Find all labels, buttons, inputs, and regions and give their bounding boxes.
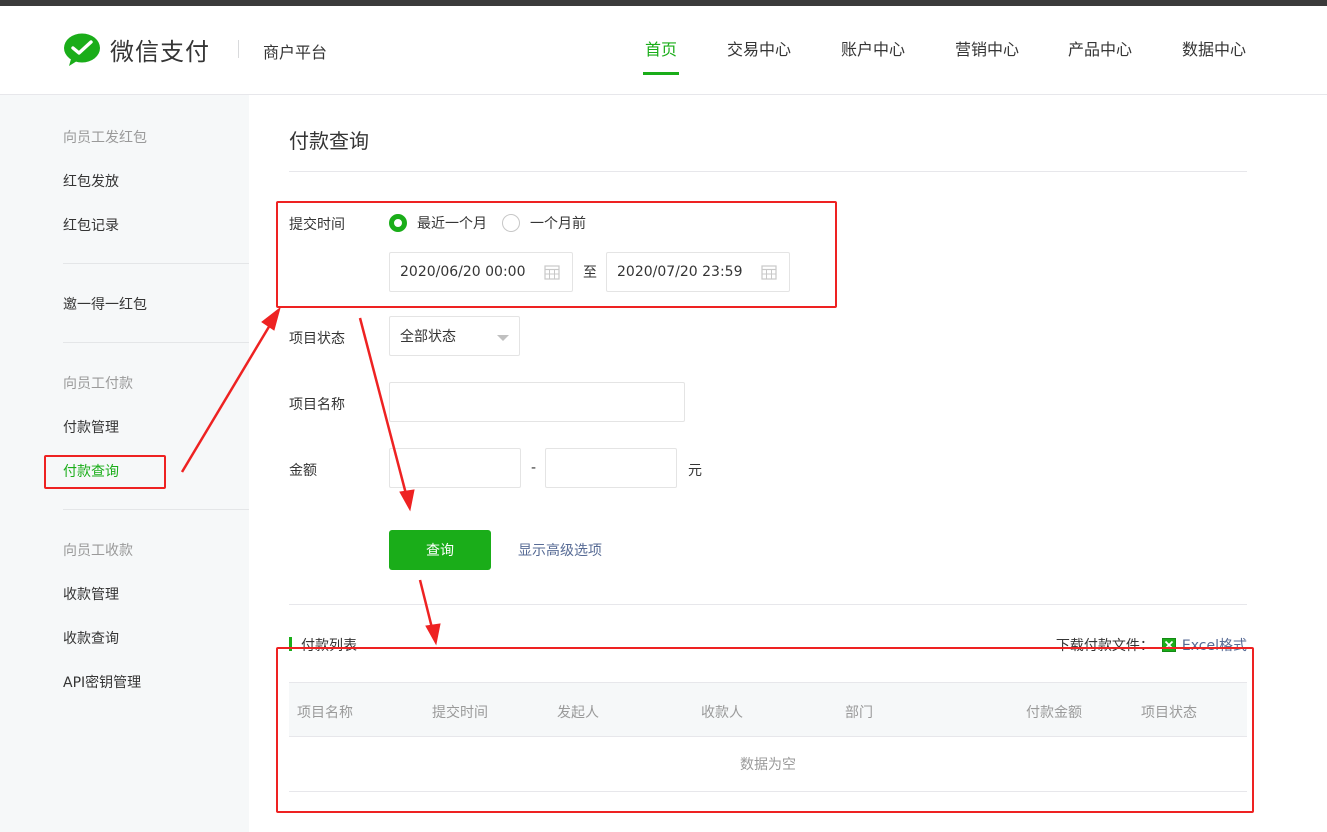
project-name-label: 项目名称 xyxy=(289,397,345,413)
table-header-cell: 项目状态 xyxy=(1141,705,1197,721)
radio-recent-month-label: 最近一个月 xyxy=(417,216,487,232)
page-title: 付款查询 xyxy=(289,129,369,153)
status-select-value: 全部状态 xyxy=(400,329,456,345)
sidebar-divider xyxy=(63,509,249,510)
table-header-cell: 部门 xyxy=(845,705,873,721)
advanced-options-link[interactable]: 显示高级选项 xyxy=(518,540,602,560)
sidebar-group-payment: 向员工付款 xyxy=(63,376,133,392)
sidebar-item-collection-query[interactable]: 收款查询 xyxy=(63,628,119,648)
sidebar-divider xyxy=(63,342,249,343)
radio-month-before-label: 一个月前 xyxy=(530,216,586,232)
radio-month-before[interactable]: 一个月前 xyxy=(502,213,586,233)
to-label: 至 xyxy=(583,265,597,281)
amount-min-input[interactable] xyxy=(389,448,521,488)
status-label: 项目状态 xyxy=(289,331,345,347)
nav-account-center[interactable]: 账户中心 xyxy=(841,36,905,60)
nav-trade-center[interactable]: 交易中心 xyxy=(727,36,791,60)
table-header-cell: 提交时间 xyxy=(432,705,488,721)
sidebar-item-red-packet-record[interactable]: 红包记录 xyxy=(63,215,119,235)
title-divider xyxy=(289,171,1247,172)
table-header-cell: 项目名称 xyxy=(297,705,353,721)
status-select[interactable]: 全部状态 xyxy=(389,316,520,356)
sidebar-item-invite-red-packet[interactable]: 邀一得一红包 xyxy=(63,294,147,314)
header: 微信支付 商户平台 首页 交易中心 账户中心 营销中心 产品中心 数据中心 xyxy=(0,6,1327,95)
sidebar-group-collection: 向员工收款 xyxy=(63,543,133,559)
submit-time-label: 提交时间 xyxy=(289,217,345,233)
radio-checked-icon xyxy=(389,214,407,232)
table-header-cell: 收款人 xyxy=(701,705,743,721)
nav-active-underline xyxy=(643,72,679,75)
sidebar-item-payment-query[interactable]: 付款查询 xyxy=(63,461,119,481)
end-time-value: 2020/07/20 23:59 xyxy=(617,264,743,280)
amount-max-input[interactable] xyxy=(545,448,677,488)
project-name-input[interactable] xyxy=(389,382,685,422)
radio-unchecked-icon xyxy=(502,214,520,232)
sidebar-item-red-packet-send[interactable]: 红包发放 xyxy=(63,171,119,191)
nav-product-center[interactable]: 产品中心 xyxy=(1068,36,1132,60)
radio-recent-month[interactable]: 最近一个月 xyxy=(389,213,487,233)
start-time-input[interactable]: 2020/06/20 00:00 xyxy=(389,252,573,292)
calendar-icon[interactable] xyxy=(544,264,560,280)
table-header-cell: 付款金额 xyxy=(1026,705,1082,721)
section-divider xyxy=(289,604,1247,605)
amount-label: 金额 xyxy=(289,463,317,479)
amount-unit: 元 xyxy=(688,463,702,479)
main-content: 付款查询 提交时间 最近一个月 一个月前 2020/06/20 00:00 至 … xyxy=(249,95,1327,832)
amount-separator: - xyxy=(531,460,537,476)
excel-download-link[interactable]: Excel格式 xyxy=(1182,635,1247,655)
main-nav: 首页 交易中心 账户中心 营销中心 产品中心 数据中心 xyxy=(0,36,1327,76)
calendar-icon[interactable] xyxy=(761,264,777,280)
start-time-value: 2020/06/20 00:00 xyxy=(400,264,526,280)
nav-marketing-center[interactable]: 营销中心 xyxy=(955,36,1019,60)
excel-icon xyxy=(1161,638,1176,652)
sidebar-group-red-packet: 向员工发红包 xyxy=(63,130,147,146)
table-header: 项目名称 提交时间 发起人 收款人 部门 付款金额 项目状态 xyxy=(289,682,1247,737)
download-area: 下载付款文件： Excel格式 xyxy=(1056,635,1247,655)
end-time-input[interactable]: 2020/07/20 23:59 xyxy=(606,252,790,292)
list-title: 付款列表 xyxy=(289,635,357,655)
sidebar-item-collection-manage[interactable]: 收款管理 xyxy=(63,584,119,604)
table-empty-row: 数据为空 xyxy=(289,737,1247,792)
sidebar-item-api-key[interactable]: API密钥管理 xyxy=(63,672,141,692)
chevron-down-icon xyxy=(497,335,509,341)
table-header-cell: 发起人 xyxy=(557,705,599,721)
nav-data-center[interactable]: 数据中心 xyxy=(1182,36,1246,60)
sidebar-divider xyxy=(63,263,249,264)
sidebar: 向员工发红包 红包发放 红包记录 邀一得一红包 向员工付款 付款管理 付款查询 … xyxy=(0,95,249,832)
nav-home[interactable]: 首页 xyxy=(645,36,677,60)
download-label: 下载付款文件： xyxy=(1055,638,1154,654)
sidebar-item-payment-manage[interactable]: 付款管理 xyxy=(63,417,119,437)
query-button[interactable]: 查询 xyxy=(389,530,491,570)
